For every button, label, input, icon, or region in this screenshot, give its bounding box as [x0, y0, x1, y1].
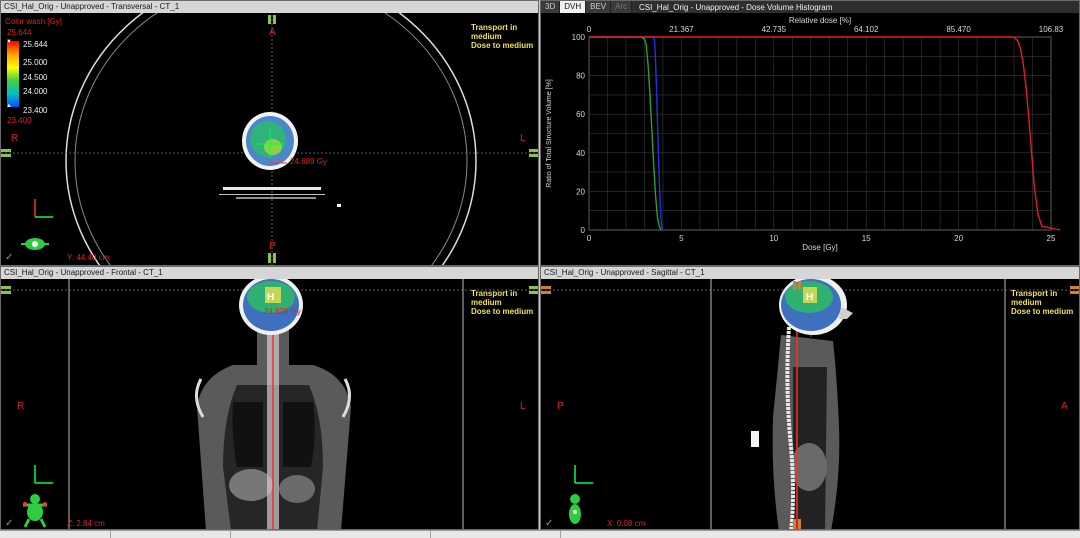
frontal-title: CSI_Hal_Orig - Unapproved - Frontal - CT…	[1, 267, 538, 279]
sagittal-image: H	[541, 275, 1079, 529]
orient-left-label: L	[520, 133, 526, 144]
wash-tick: 23.400	[23, 106, 48, 115]
orient-right-label: R	[11, 133, 19, 144]
color-wash-label: Color wash [Gy]	[5, 17, 62, 26]
transport-line-3: Dose to medium	[471, 41, 534, 50]
x-tick-label: 20	[954, 234, 963, 243]
x2-tick-label: 106.83	[1039, 25, 1064, 34]
y-tick-label: 40	[576, 149, 585, 158]
x-tick-label: 5	[679, 234, 684, 243]
transport-line-3: Dose to medium	[1011, 307, 1074, 316]
x2-tick-label: 64.102	[854, 25, 879, 34]
orient-left-label: L	[520, 401, 526, 412]
y-tick-label: 0	[581, 226, 586, 235]
y-tick-label: 60	[576, 110, 585, 119]
x-tick-label: 15	[862, 234, 871, 243]
x2-tick-label: 85.470	[946, 25, 971, 34]
dvh-viewport[interactable]: 3D DVH BEV Arc CSI_Hal_Orig - Unapproved…	[540, 0, 1080, 266]
transport-line-2: medium	[471, 298, 502, 307]
transport-line-1: Transport in	[1011, 289, 1058, 298]
wash-tick: 25.000	[23, 58, 48, 67]
checkmark-icon: ✓	[5, 518, 14, 529]
tab-3d[interactable]: 3D	[541, 1, 561, 13]
y-tick-label: 80	[576, 72, 585, 81]
orient-posterior-label: P	[557, 401, 564, 412]
slice-position: Y: 44.40 cm	[67, 253, 110, 262]
wash-upper-arrow-icon[interactable]: ▼	[6, 39, 12, 45]
x-tick-label: 25	[1047, 234, 1056, 243]
orient-anterior-label: A	[1061, 401, 1068, 412]
svg-text:H: H	[806, 292, 813, 303]
x2-tick-label: 0	[587, 25, 592, 34]
checkmark-icon: ✓	[5, 252, 14, 263]
transport-line-1: Transport in	[471, 23, 518, 32]
x-tick-label: 0	[587, 234, 592, 243]
x2-tick-label: 42.735	[762, 25, 787, 34]
point-dose-label: 24.828 Gy	[264, 307, 301, 316]
wash-lower-arrow-icon[interactable]: ▲	[6, 103, 12, 109]
frontal-viewport[interactable]: CSI_Hal_Orig - Unapproved - Frontal - CT…	[0, 266, 539, 530]
x-tick-label: 10	[769, 234, 778, 243]
sagittal-viewport[interactable]: CSI_Hal_Orig - Unapproved - Sagittal - C…	[540, 266, 1080, 530]
x2-tick-label: 21.367	[669, 25, 694, 34]
dvh-chart[interactable]: 0 5 10 15 20 251008060402000 21.367 42.735 64.10…	[541, 1, 1080, 266]
wash-max-value: 25.644	[7, 28, 32, 37]
point-dose-label: 24.689 Gy	[290, 157, 327, 166]
dvh-title: CSI_Hal_Orig - Unapproved - Dose Volume …	[639, 3, 833, 12]
color-wash-bar[interactable]	[7, 41, 19, 107]
orient-posterior-label: P	[269, 241, 276, 252]
transport-line-2: medium	[1011, 298, 1042, 307]
checkmark-icon: ✓	[545, 518, 554, 529]
wash-tick: 24.000	[23, 87, 48, 96]
transversal-title: CSI_Hal_Orig - Unapproved - Transversal …	[1, 1, 538, 13]
transport-line-3: Dose to medium	[471, 307, 534, 316]
slice-position: X: 0.08 cm	[607, 519, 646, 528]
y-tick-label: 20	[576, 187, 585, 196]
transport-line-1: Transport in	[471, 289, 518, 298]
wash-tick: 24.500	[23, 73, 48, 82]
y-tick-label: 100	[572, 33, 586, 42]
wash-min-value: 23.400	[7, 116, 32, 125]
svg-text:H: H	[267, 292, 274, 303]
transversal-viewport[interactable]: CSI_Hal_Orig - Unapproved - Transversal …	[0, 0, 539, 266]
view-tabs: 3D DVH BEV Arc	[541, 1, 633, 13]
slice-position: Z: 2.84 cm	[67, 519, 105, 528]
x2-axis-label: Relative dose [%]	[789, 16, 851, 25]
x-axis-label: Dose [Gy]	[802, 243, 838, 252]
wash-tick: 25.644	[23, 40, 48, 49]
tab-dvh[interactable]: DVH	[560, 1, 587, 13]
y-axis-label: Ratio of Total Structure Volume [%]	[546, 79, 553, 187]
orient-anterior-label: A	[269, 27, 276, 38]
tab-arc[interactable]: Arc	[611, 1, 633, 13]
tab-bev[interactable]: BEV	[586, 1, 612, 13]
transport-line-2: medium	[471, 32, 502, 41]
orient-right-label: R	[17, 401, 25, 412]
sagittal-title: CSI_Hal_Orig - Unapproved - Sagittal - C…	[541, 267, 1079, 279]
transversal-image	[1, 1, 538, 265]
